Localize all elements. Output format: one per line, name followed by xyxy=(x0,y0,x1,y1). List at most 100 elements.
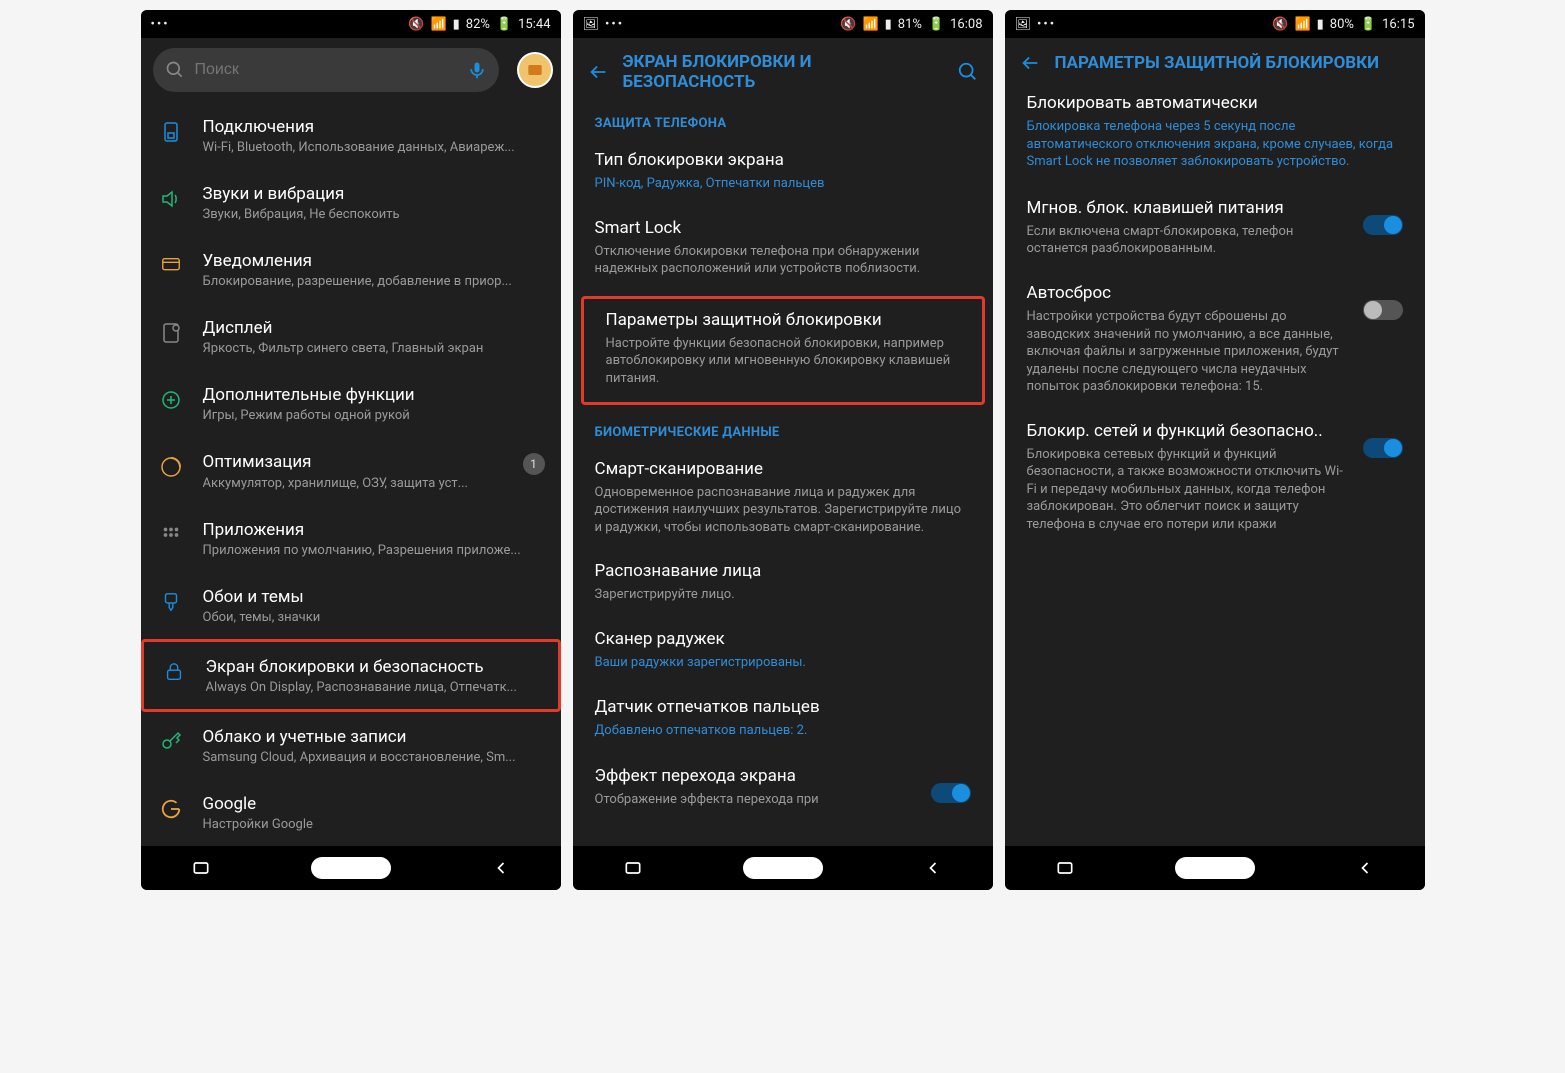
toggle-switch[interactable] xyxy=(1363,215,1403,235)
settings-item-google[interactable]: Google Настройки Google xyxy=(141,779,561,836)
wifi-icon: 📶 xyxy=(862,17,878,32)
setting-auto-lock[interactable]: Блокировать автоматически Блокировка тел… xyxy=(1005,82,1425,185)
more-icon: ••• xyxy=(605,17,624,32)
nav-home-button[interactable] xyxy=(1175,857,1255,879)
sound-icon xyxy=(159,187,183,211)
google-icon xyxy=(160,798,182,820)
app-bar: ПАРАМЕТРЫ ЗАЩИТНОЙ БЛОКИРОВКИ xyxy=(1005,38,1425,82)
setting-desc: PIN-код, Радужка, Отпечатки пальцев xyxy=(595,175,971,193)
signal-icon: ▮ xyxy=(1317,17,1324,32)
search-input[interactable] xyxy=(195,61,457,79)
nav-home-button[interactable] xyxy=(311,857,391,879)
setting-title: Эффект перехода экрана xyxy=(595,765,919,787)
back-icon[interactable] xyxy=(1019,52,1041,74)
search-icon xyxy=(165,60,185,80)
profile-avatar[interactable] xyxy=(517,52,553,88)
item-title: Облако и учетные записи xyxy=(203,726,545,748)
settings-item-connections[interactable]: Подключения Wi-Fi, Bluetooth, Использова… xyxy=(141,102,561,169)
search-bar[interactable] xyxy=(153,48,499,92)
apps-icon xyxy=(160,524,182,546)
settings-item-display[interactable]: Дисплей Яркость, Фильтр синего света, Гл… xyxy=(141,303,561,370)
setting-desc: Блокировка сетевых функций и функций без… xyxy=(1027,446,1351,534)
nav-recent-icon[interactable] xyxy=(623,858,643,878)
item-sub: Samsung Cloud, Архивация и восстановлени… xyxy=(203,750,545,765)
setting-instant-power-lock[interactable]: Мгнов. блок. клавишей питания Если включ… xyxy=(1005,185,1425,270)
nav-back-icon[interactable] xyxy=(491,858,511,878)
status-bar: 🖼 ••• 🔇 📶 ▮ 81% 🔋 16:08 xyxy=(573,10,993,38)
more-icon: ••• xyxy=(1037,17,1056,32)
setting-title: Тип блокировки экрана xyxy=(595,149,971,171)
setting-iris-scanner[interactable]: Сканер радужек Ваши радужки зарегистриро… xyxy=(573,618,993,686)
setting-desc: Ваши радужки зарегистрированы. xyxy=(595,654,971,672)
item-title: Подключения xyxy=(203,116,545,138)
battery-percent: 80% xyxy=(1330,17,1354,32)
setting-auto-reset[interactable]: Автосброс Настройки устройства будут сбр… xyxy=(1005,270,1425,408)
setting-title: Блокир. сетей и функций безопасно.. xyxy=(1027,420,1351,442)
setting-desc: Если включена смарт-блокировка, телефон … xyxy=(1027,223,1351,258)
lock-icon xyxy=(163,661,185,683)
setting-title: Блокировать автоматически xyxy=(1027,92,1403,114)
section-header: БИОМЕТРИЧЕСКИЕ ДАННЫЕ xyxy=(573,409,993,448)
settings-item-sounds[interactable]: Звуки и вибрация Звуки, Вибрация, Не бес… xyxy=(141,169,561,236)
setting-lock-network[interactable]: Блокир. сетей и функций безопасно.. Блок… xyxy=(1005,408,1425,546)
setting-face-recognition[interactable]: Распознавание лица Зарегистрируйте лицо. xyxy=(573,550,993,618)
signal-icon: ▮ xyxy=(885,17,892,32)
setting-title: Параметры защитной блокировки xyxy=(606,309,960,331)
clock: 16:08 xyxy=(950,17,982,32)
key-icon xyxy=(159,730,183,754)
section-header: ЗАЩИТА ТЕЛЕФОНА xyxy=(573,100,993,139)
setting-fingerprint[interactable]: Датчик отпечатков пальцев Добавлено отпе… xyxy=(573,686,993,754)
nav-recent-icon[interactable] xyxy=(191,858,211,878)
setting-desc: Блокировка телефона через 5 секунд после… xyxy=(1027,118,1403,171)
nav-back-icon[interactable] xyxy=(1355,858,1375,878)
app-title: ЭКРАН БЛОКИРОВКИ И БЕЗОПАСНОСТЬ xyxy=(623,52,943,92)
item-title: Уведомления xyxy=(203,250,545,272)
mic-icon[interactable] xyxy=(467,60,487,80)
setting-secure-lock-params[interactable]: Параметры защитной блокировки Настройте … xyxy=(581,296,985,405)
nav-bar xyxy=(573,846,993,890)
settings-item-advanced[interactable]: Дополнительные функции Игры, Режим работ… xyxy=(141,370,561,437)
phone-secure-lock-params: 🖼 ••• 🔇 📶 ▮ 80% 🔋 16:15 ПАРАМЕТРЫ ЗАЩИТН… xyxy=(1005,10,1425,890)
settings-item-notifications[interactable]: Уведомления Блокирование, разрешение, до… xyxy=(141,236,561,303)
settings-item-lock-security[interactable]: Экран блокировки и безопасность Always O… xyxy=(141,639,561,712)
mute-icon: 🔇 xyxy=(840,17,856,32)
toggle-switch[interactable] xyxy=(931,783,971,803)
settings-item-wallpaper[interactable]: Обои и темы Обои, темы, значки xyxy=(141,572,561,639)
nav-back-icon[interactable] xyxy=(923,858,943,878)
battery-icon: 🔋 xyxy=(496,17,512,32)
settings-item-cloud[interactable]: Облако и учетные записи Samsung Cloud, А… xyxy=(141,712,561,779)
toggle-switch[interactable] xyxy=(1363,300,1403,320)
app-bar: ЭКРАН БЛОКИРОВКИ И БЕЗОПАСНОСТЬ xyxy=(573,38,993,100)
nav-bar xyxy=(141,846,561,890)
back-icon[interactable] xyxy=(587,61,609,83)
item-title: Экран блокировки и безопасность xyxy=(206,656,542,678)
brush-icon xyxy=(160,591,182,613)
plus-gear-icon xyxy=(159,388,183,412)
display-icon xyxy=(159,321,183,345)
setting-transition-effect[interactable]: Эффект перехода экрана Отображение эффек… xyxy=(573,753,993,821)
setting-lock-type[interactable]: Тип блокировки экрана PIN-код, Радужка, … xyxy=(573,139,993,207)
setting-desc: Отключение блокировки телефона при обнар… xyxy=(595,243,971,278)
nav-recent-icon[interactable] xyxy=(1055,858,1075,878)
setting-desc: Настройки устройства будут сброшены до з… xyxy=(1027,308,1351,396)
notification-icon xyxy=(160,255,182,277)
gallery-icon: 🖼 xyxy=(583,17,600,32)
item-title: Дополнительные функции xyxy=(203,384,545,406)
setting-title: Автосброс xyxy=(1027,282,1351,304)
settings-item-optimization[interactable]: Оптимизация Аккумулятор, хранилище, ОЗУ,… xyxy=(141,437,561,504)
setting-smart-lock[interactable]: Smart Lock Отключение блокировки телефон… xyxy=(573,207,993,292)
settings-item-apps[interactable]: Приложения Приложения по умолчанию, Разр… xyxy=(141,505,561,572)
item-sub: Приложения по умолчанию, Разрешения прил… xyxy=(203,543,545,558)
item-title: Оптимизация xyxy=(203,451,505,473)
more-icon: ••• xyxy=(151,17,170,32)
battery-percent: 81% xyxy=(898,17,922,32)
toggle-switch[interactable] xyxy=(1363,438,1403,458)
setting-title: Смарт-сканирование xyxy=(595,458,971,480)
search-icon[interactable] xyxy=(957,61,979,83)
item-sub: Wi-Fi, Bluetooth, Использование данных, … xyxy=(203,140,545,155)
nav-home-button[interactable] xyxy=(743,857,823,879)
setting-smart-scan[interactable]: Смарт-сканирование Одновременное распозн… xyxy=(573,448,993,551)
item-sub: Яркость, Фильтр синего света, Главный эк… xyxy=(203,341,545,356)
item-sub: Обои, темы, значки xyxy=(203,610,545,625)
item-sub: Always On Display, Распознавание лица, О… xyxy=(206,680,542,695)
